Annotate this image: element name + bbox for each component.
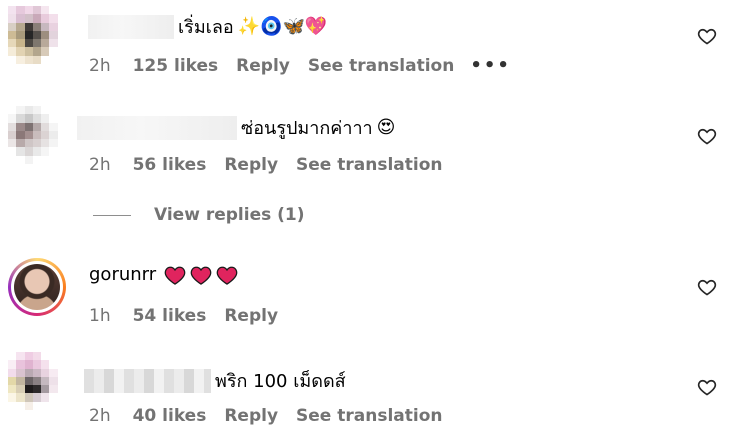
avatar-story-ring[interactable] — [8, 258, 66, 316]
like-heart-icon[interactable] — [697, 277, 717, 297]
comment-emojis: 😍 — [376, 117, 396, 138]
more-options-icon[interactable]: ••• — [470, 55, 511, 76]
like-heart-icon[interactable] — [697, 26, 717, 46]
red-heart-emoji-icon — [164, 266, 186, 285]
reply-button[interactable]: Reply — [236, 56, 290, 76]
see-translation-button[interactable]: See translation — [296, 155, 442, 175]
avatar — [14, 264, 60, 310]
comment-text: พริก 100 เม็ดดส์ — [215, 371, 346, 392]
reply-button[interactable]: Reply — [224, 306, 278, 326]
likes-count[interactable]: 54 likes — [133, 306, 207, 326]
reply-button[interactable]: Reply — [224, 155, 278, 175]
comment-line: ซ่อนรูปมากค่าาา 😍 — [77, 113, 395, 142]
avatar-ring-gap — [11, 261, 63, 313]
see-translation-button[interactable]: See translation — [296, 406, 442, 426]
likes-count[interactable]: 40 likes — [133, 406, 207, 426]
blurred-username[interactable] — [88, 14, 174, 39]
red-heart-emoji-icon — [216, 266, 238, 285]
comment-emojis: ✨🧿🦋💖 — [237, 16, 328, 37]
view-replies-label: View replies (1) — [154, 205, 305, 225]
likes-count[interactable]: 56 likes — [133, 155, 207, 175]
comment-text: เริ่มเลอ — [178, 17, 234, 38]
timestamp[interactable]: 2h — [89, 56, 111, 76]
pixelated-avatar-image — [8, 352, 66, 410]
comment-meta: 2h 40 likes Reply See translation — [89, 406, 443, 426]
timestamp[interactable]: 2h — [89, 155, 111, 175]
comment-meta: 2h 125 likes Reply See translation ••• — [89, 55, 511, 76]
avatar[interactable] — [8, 106, 66, 164]
pixelated-avatar-image — [8, 6, 66, 64]
comment-line: พริก 100 เม็ดดส์ — [84, 366, 346, 395]
like-heart-icon[interactable] — [697, 126, 717, 146]
avatar[interactable] — [8, 6, 66, 64]
view-replies-button[interactable]: View replies (1) — [93, 205, 305, 225]
blurred-username[interactable] — [84, 368, 211, 393]
comment-line: เริ่มเลอ ✨🧿🦋💖 — [88, 12, 327, 41]
avatar[interactable] — [8, 352, 66, 410]
like-heart-icon[interactable] — [697, 377, 717, 397]
see-translation-button[interactable]: See translation — [308, 56, 454, 76]
timestamp[interactable]: 1h — [89, 306, 111, 326]
pixelated-avatar-image — [8, 106, 66, 164]
comment-line: gorunrr — [89, 264, 242, 285]
username[interactable]: gorunrr — [89, 264, 156, 285]
comment-meta: 1h 54 likes Reply — [89, 306, 296, 326]
red-heart-emoji-icon — [190, 266, 212, 285]
timestamp[interactable]: 2h — [89, 406, 111, 426]
reply-button[interactable]: Reply — [224, 406, 278, 426]
blurred-username[interactable] — [77, 115, 237, 140]
comment-text: ซ่อนรูปมากค่าาา — [241, 118, 373, 139]
replies-divider — [93, 214, 131, 216]
comment-meta: 2h 56 likes Reply See translation — [89, 155, 443, 175]
likes-count[interactable]: 125 likes — [133, 56, 219, 76]
